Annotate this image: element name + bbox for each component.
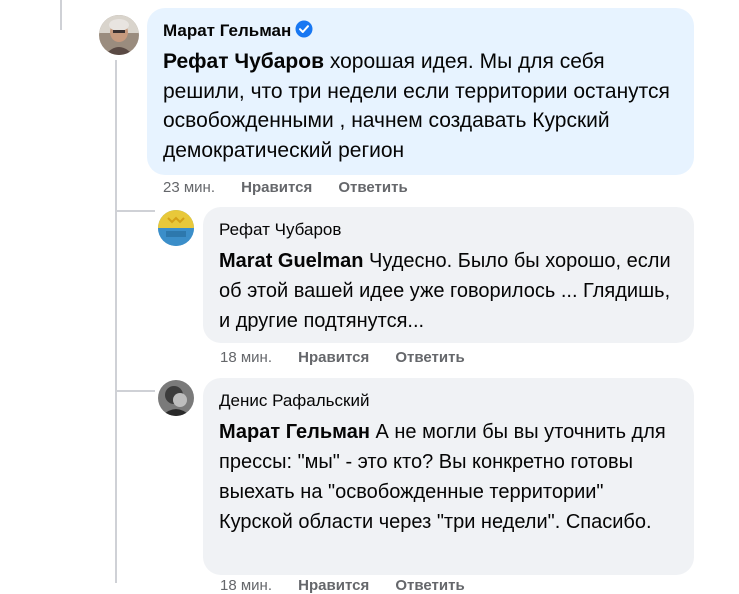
comment-author-3[interactable]: Денис Рафальский [219,391,369,410]
person-photo-icon [99,15,139,55]
mention-link-3[interactable]: Марат Гельман [219,421,370,443]
comment-text-3: Марат Гельман А не могли бы вы уточнить … [219,417,678,537]
comment-actions-3: 18 мин. Нравится Ответить [220,577,465,594]
reply-button-3[interactable]: Ответить [395,577,464,594]
comment-actions-1: 23 мин. Нравится Ответить [163,179,408,196]
like-button-2[interactable]: Нравится [298,349,369,366]
avatar-denis[interactable] [158,380,194,416]
comment-actions-2: 18 мин. Нравится Ответить [220,349,465,366]
comment-author-1[interactable]: Марат Гельман [163,21,291,40]
comment-time-1[interactable]: 23 мин. [163,179,215,196]
like-button-1[interactable]: Нравится [241,179,312,196]
comment-text-2: Marat Guelman Чудесно. Было бы хорошо, е… [219,246,678,336]
comment-bubble-3: Денис Рафальский Марат Гельман А не могл… [203,378,694,575]
comment-bubble-2: Рефат Чубаров Marat Guelman Чудесно. Был… [203,207,694,343]
reply-button-1[interactable]: Ответить [338,179,407,196]
verified-badge-icon [295,20,313,38]
flag-avatar-icon [158,210,194,246]
reply-button-2[interactable]: Ответить [395,349,464,366]
comment-time-3[interactable]: 18 мин. [220,577,272,594]
like-button-3[interactable]: Нравится [298,577,369,594]
mention-link-2[interactable]: Marat Guelman [219,250,363,272]
mention-link-1[interactable]: Рефат Чубаров [163,50,324,73]
comment-bubble-1: Марат Гельман Рефат Чубаров хорошая идея… [147,8,694,175]
comment-time-2[interactable]: 18 мин. [220,349,272,366]
comment-author-2[interactable]: Рефат Чубаров [219,220,341,239]
comment-text-1: Рефат Чубаров хорошая идея. Мы для себя … [163,47,678,165]
person-photo-icon [158,380,194,416]
thread-branch-1 [115,210,155,212]
avatar-marat[interactable] [99,15,139,55]
thread-branch-2 [115,390,155,392]
avatar-refat[interactable] [158,210,194,246]
thread-line-top [60,0,62,30]
thread-line-main [115,60,117,583]
